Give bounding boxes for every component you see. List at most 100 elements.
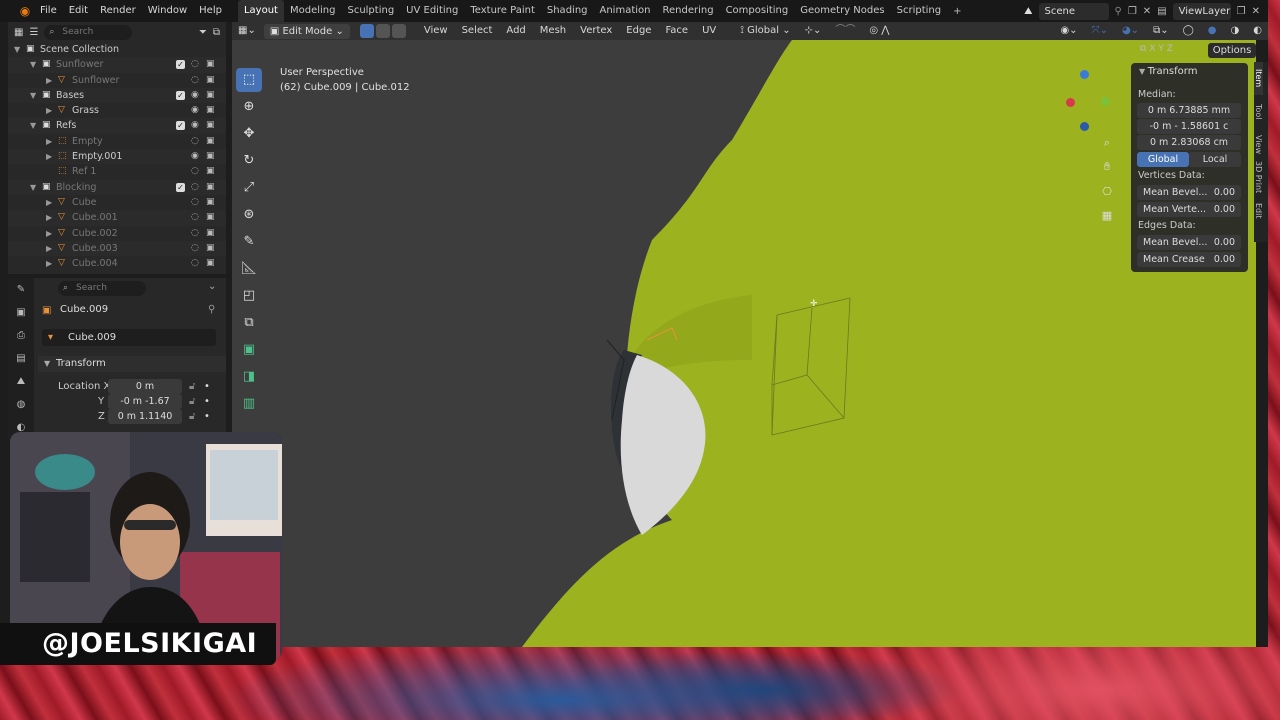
loop-cut-tool-icon[interactable]: ▥ (236, 392, 262, 416)
median-y-field[interactable]: -0 m - 1.58601 c (1137, 119, 1241, 134)
editor-type-icon[interactable]: ▦⌄ (232, 22, 262, 40)
camera-icon[interactable]: ▣ (206, 180, 215, 195)
location-y-field[interactable]: -0 m -1.67 (108, 394, 182, 409)
scene-selector[interactable]: Scene (1038, 2, 1109, 20)
view-layer-selector[interactable]: ViewLayer (1172, 2, 1231, 20)
tab-scripting[interactable]: Scripting (891, 0, 947, 22)
menu-add[interactable]: Add (500, 22, 531, 40)
eye-icon[interactable]: ◌ (191, 134, 199, 149)
properties-search-input[interactable]: ⌕ Search (58, 281, 146, 296)
outliner-row[interactable]: ▶ ⬚ Empty ◌ ▣ (8, 134, 226, 149)
copy-layer-icon[interactable]: ❐ (1237, 6, 1246, 17)
camera-icon[interactable]: ▣ (206, 164, 215, 179)
eye-icon[interactable]: ◉ (191, 103, 199, 118)
tab-texture-paint[interactable]: Texture Paint (464, 0, 541, 22)
expand-arrow-icon[interactable]: ▼ (30, 180, 36, 195)
tab-shading[interactable]: Shading (541, 0, 594, 22)
eye-icon[interactable]: ◌ (191, 195, 199, 210)
collapse-arrow-icon[interactable]: ▶ (46, 256, 52, 271)
mode-selector[interactable]: ▣ Edit Mode ⌄ (263, 23, 350, 39)
collapse-arrow-icon[interactable]: ▶ (46, 226, 52, 241)
collapse-arrow-icon[interactable]: ▶ (46, 134, 52, 149)
menu-edge[interactable]: Edge (620, 22, 657, 40)
sidebar-tab-view[interactable]: View (1254, 128, 1263, 161)
menu-face[interactable]: Face (659, 22, 694, 40)
transform-panel-header[interactable]: ▼ Transform (1131, 63, 1248, 80)
expand-arrow-icon[interactable]: ▼ (30, 57, 36, 72)
zoom-icon[interactable]: ⌕ (1098, 134, 1116, 152)
camera-icon[interactable]: ▣ (206, 134, 215, 149)
sidebar-tab-tool[interactable]: Tool (1254, 95, 1263, 128)
transform-tool-icon[interactable]: ⊛ (236, 203, 262, 227)
outliner-row[interactable]: ▶ ▽ Cube.004 ◌ ▣ (8, 256, 226, 271)
edge-select-icon[interactable] (375, 24, 390, 38)
eye-icon[interactable]: ◉ (191, 88, 199, 103)
mirror-axes-icon[interactable]: ⧉ X Y Z (1140, 44, 1173, 54)
copy-scene-icon[interactable]: ❐ (1128, 6, 1137, 17)
annotate-tool-icon[interactable]: ✎ (236, 230, 262, 254)
exclude-checkbox[interactable]: ✓ (176, 90, 185, 100)
collapse-arrow-icon[interactable]: ▶ (46, 103, 52, 118)
menu-mesh[interactable]: Mesh (534, 22, 572, 40)
close-layer-icon[interactable]: ✕ (1252, 6, 1260, 17)
visibility-icon[interactable]: ◉⌄ (1054, 22, 1083, 40)
face-select-icon[interactable] (391, 24, 406, 38)
vertex-select-icon[interactable] (359, 24, 374, 38)
outliner-row[interactable]: ▼ ▣ Blocking ✓ ◌ ▣ (8, 179, 226, 195)
tab-rendering[interactable]: Rendering (656, 0, 719, 22)
wireframe-shading-icon[interactable]: ◯ (1177, 22, 1200, 40)
orientation-selector[interactable]: ⟟ Global ⌄ (734, 22, 796, 40)
camera-icon[interactable]: ▣ (206, 226, 215, 241)
add-cube-tool-icon[interactable]: ◰ (236, 284, 262, 308)
rotate-tool-icon[interactable]: ↻ (236, 149, 262, 173)
close-scene-icon[interactable]: ✕ (1143, 6, 1151, 17)
camera-icon[interactable]: ▣ (206, 118, 215, 133)
keyframe-z-icon[interactable]: • (204, 411, 210, 422)
eye-icon[interactable]: ◉ (191, 149, 199, 164)
tab-modeling[interactable]: Modeling (284, 0, 342, 22)
menu-window[interactable]: Window (142, 0, 193, 22)
menu-render[interactable]: Render (94, 0, 142, 22)
camera-icon[interactable]: ▣ (206, 195, 215, 210)
eye-icon[interactable]: ◉ (191, 118, 199, 133)
gizmo-toggle-icon[interactable]: ⤧⌄ (1086, 22, 1114, 40)
pin-icon[interactable]: ⚲ (208, 304, 215, 315)
median-z-field[interactable]: 0 m 2.83068 cm (1137, 135, 1241, 150)
z-axis-gizmo-icon[interactable] (1080, 70, 1089, 79)
camera-icon[interactable]: ▣ (206, 210, 215, 225)
eye-icon[interactable]: ◌ (191, 241, 199, 256)
camera-icon[interactable]: ▣ (206, 103, 215, 118)
lock-x-icon[interactable]: 🔓︎ (189, 381, 195, 392)
menu-help[interactable]: Help (193, 0, 228, 22)
outliner-row[interactable]: ▶ ⬚ Empty.001 ◉ ▣ (8, 149, 226, 165)
editor-type-icon[interactable]: ▦ (14, 27, 23, 38)
object-name-field[interactable]: Cube.009 (60, 304, 108, 315)
keyframe-x-icon[interactable]: • (204, 381, 210, 392)
outliner-row[interactable]: ▼ ▣ Refs ✓ ◉ ▣ (8, 118, 226, 134)
options-button[interactable]: Options (1208, 43, 1256, 58)
collapse-arrow-icon[interactable]: ▶ (46, 241, 52, 256)
cursor-tool-icon[interactable]: ⊕ (236, 95, 262, 119)
mean-vertex-crease-field[interactable]: Mean Verte... 0.00 (1137, 202, 1241, 217)
outliner-row[interactable]: ▶ ▽ Cube.001 ◌ ▣ (8, 210, 226, 226)
median-x-field[interactable]: 0 m 6.73885 mm (1137, 103, 1241, 118)
tab-layout[interactable]: Layout (237, 0, 284, 22)
material-shading-icon[interactable]: ◑ (1225, 22, 1246, 40)
world-tab-icon[interactable]: ◍ (8, 393, 34, 416)
collapse-arrow-icon[interactable]: ▶ (46, 210, 52, 225)
menu-uv[interactable]: UV (696, 22, 722, 40)
location-x-field[interactable]: 0 m (108, 379, 182, 394)
tool-tab-icon[interactable]: ✎ (8, 278, 34, 301)
scene-tab-icon[interactable]: ⛰ (8, 370, 34, 393)
camera-icon[interactable]: ▣ (206, 241, 215, 256)
3d-viewport[interactable]: ✛ (232, 40, 1256, 647)
local-toggle-button[interactable]: Local (1189, 152, 1241, 167)
proportional-edit-icon[interactable]: ◎ ⋀ (863, 22, 895, 40)
tab-compositing[interactable]: Compositing (720, 0, 795, 22)
extrude-tool-icon[interactable]: ⧉ (236, 311, 262, 335)
outliner-row[interactable]: ▼ ▣ Bases ✓ ◉ ▣ (8, 87, 226, 104)
x-axis-gizmo-icon[interactable] (1066, 98, 1075, 107)
eye-icon[interactable]: ◌ (191, 210, 199, 225)
expand-arrow-icon[interactable]: ▼ (30, 88, 36, 103)
eye-icon[interactable]: ◌ (191, 180, 199, 195)
